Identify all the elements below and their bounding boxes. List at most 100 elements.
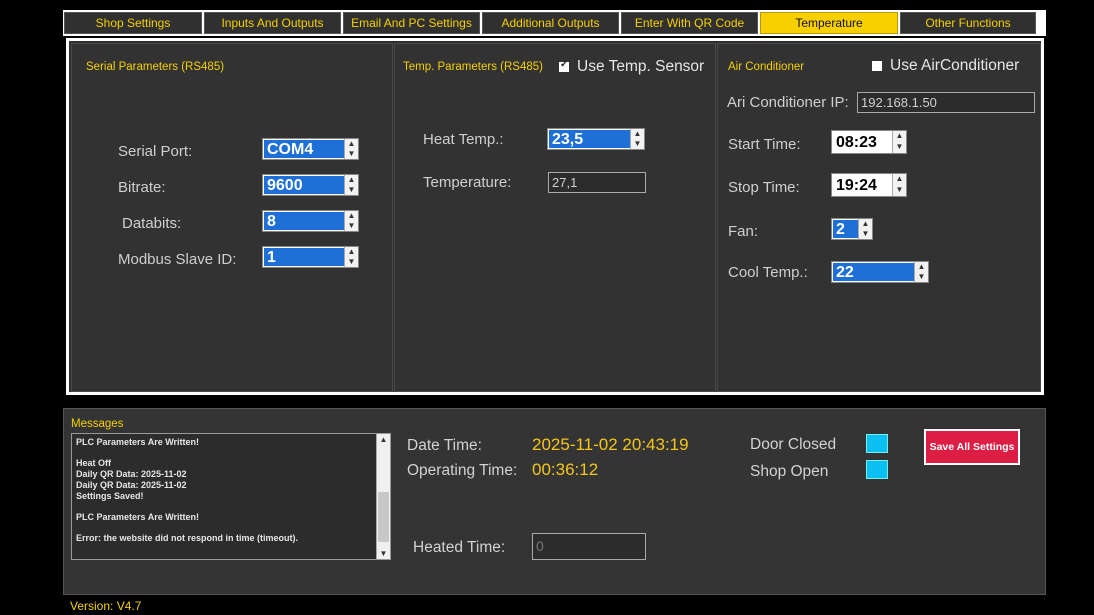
door-closed-label: Door Closed <box>750 436 837 453</box>
down-arrow-icon[interactable]: ▼ <box>345 257 358 267</box>
down-arrow-icon[interactable]: ▼ <box>859 229 872 239</box>
shop-open-indicator <box>866 460 888 479</box>
heat-temp-label: Heat Temp.: <box>423 131 504 148</box>
down-arrow-icon[interactable]: ▼ <box>631 139 644 149</box>
save-all-settings-button[interactable]: Save All Settings <box>924 429 1020 465</box>
use-ac-checkbox[interactable]: Use AirConditioner <box>872 57 1019 75</box>
heated-time-label: Heated Time: <box>413 539 506 556</box>
messages-log[interactable]: PLC Parameters Are Written! Heat Off Dai… <box>71 433 391 560</box>
tab-inputs-outputs[interactable]: Inputs And Outputs <box>204 12 341 34</box>
message-line: Settings Saved! <box>76 490 144 501</box>
serial-port-value: COM4 <box>264 140 344 158</box>
start-time-picker[interactable]: 08:23 ▲ ▼ <box>831 130 907 154</box>
use-temp-sensor-label: Use Temp. Sensor <box>577 58 705 75</box>
ac-ip-field[interactable]: 192.168.1.50 <box>857 92 1035 113</box>
heat-temp-stepper[interactable]: 23,5 ▲ ▼ <box>547 128 645 150</box>
heat-temp-value: 23,5 <box>549 130 630 148</box>
temp-group-title: Temp. Parameters (RS485) <box>403 61 543 73</box>
message-line <box>76 448 376 459</box>
message-line <box>76 523 376 534</box>
air-conditioner-group: Air Conditioner Use AirConditioner Ari C… <box>717 43 1041 392</box>
databits-select[interactable]: 8 ▲ ▼ <box>262 210 359 232</box>
stop-time-label: Stop Time: <box>728 179 800 196</box>
up-arrow-icon[interactable]: ▲ <box>345 175 358 185</box>
version-label: Version: V4.7 <box>70 599 142 613</box>
scrollbar-thumb[interactable] <box>378 492 389 542</box>
scroll-down-icon[interactable]: ▼ <box>377 549 390 558</box>
up-arrow-icon[interactable]: ▲ <box>915 262 928 272</box>
bitrate-select[interactable]: 9600 ▲ ▼ <box>262 174 359 196</box>
tab-email-pc-settings[interactable]: Email And PC Settings <box>343 12 480 34</box>
stop-time-value: 19:24 <box>833 175 892 195</box>
operating-time-label: Operating Time: <box>407 462 518 479</box>
down-arrow-icon[interactable]: ▼ <box>345 185 358 195</box>
door-closed-indicator <box>866 434 888 453</box>
cool-temp-value: 22 <box>833 263 914 281</box>
temp-parameters-group: Temp. Parameters (RS485) Use Temp. Senso… <box>394 43 716 392</box>
up-arrow-icon[interactable]: ▲ <box>893 131 906 142</box>
message-line: PLC Parameters Are Written! <box>76 437 200 447</box>
tab-enter-qr-code[interactable]: Enter With QR Code <box>621 12 758 34</box>
start-time-label: Start Time: <box>728 136 801 153</box>
message-line <box>76 501 376 512</box>
ac-ip-label: Ari Conditioner IP: <box>727 94 849 111</box>
ac-group-title: Air Conditioner <box>728 61 805 73</box>
modbus-slave-label: Modbus Slave ID: <box>118 251 237 268</box>
status-panel: Messages PLC Parameters Are Written! Hea… <box>63 408 1046 595</box>
start-time-value: 08:23 <box>833 132 892 152</box>
message-line: Daily QR Data: 2025-11-02 <box>76 479 187 490</box>
heated-time-field[interactable]: 0 <box>532 533 646 560</box>
up-arrow-icon[interactable]: ▲ <box>859 219 872 229</box>
message-line: Heat Off <box>76 458 112 469</box>
serial-parameters-group: Serial Parameters (RS485) Serial Port: C… <box>71 43 393 392</box>
serial-group-title: Serial Parameters (RS485) <box>86 61 225 73</box>
up-arrow-icon[interactable]: ▲ <box>345 247 358 257</box>
shop-open-label: Shop Open <box>750 463 829 480</box>
use-ac-label: Use AirConditioner <box>890 57 1020 74</box>
bitrate-label: Bitrate: <box>118 179 166 196</box>
message-line: Error: the website did not respond in ti… <box>76 533 299 544</box>
fan-stepper[interactable]: 2 ▲ ▼ <box>831 218 873 240</box>
datetime-value: 2025-11-02 20:43:19 <box>532 435 689 454</box>
databits-value: 8 <box>264 212 344 230</box>
temperature-settings-panel: Serial Parameters (RS485) Serial Port: C… <box>66 38 1044 395</box>
tab-shop-settings[interactable]: Shop Settings <box>64 12 202 34</box>
checkbox-checked-icon <box>559 59 569 72</box>
up-arrow-icon[interactable]: ▲ <box>893 174 906 185</box>
temperature-field[interactable]: 27,1 <box>548 172 646 193</box>
checkbox-unchecked-icon <box>872 61 882 71</box>
down-arrow-icon[interactable]: ▼ <box>915 272 928 282</box>
messages-scrollbar[interactable]: ▲ ▼ <box>376 434 390 559</box>
cool-temp-label: Cool Temp.: <box>728 264 808 281</box>
message-line: Daily QR Data: 2025-11-02 <box>76 469 187 480</box>
modbus-slave-stepper[interactable]: 1 ▲ ▼ <box>262 246 359 268</box>
scroll-up-icon[interactable]: ▲ <box>377 435 390 444</box>
up-arrow-icon[interactable]: ▲ <box>345 139 358 149</box>
bitrate-value: 9600 <box>264 176 344 194</box>
stop-time-picker[interactable]: 19:24 ▲ ▼ <box>831 173 907 197</box>
tab-other-functions[interactable]: Other Functions <box>900 12 1036 34</box>
up-arrow-icon[interactable]: ▲ <box>345 211 358 221</box>
use-temp-sensor-checkbox[interactable]: Use Temp. Sensor <box>559 58 704 76</box>
datetime-label: Date Time: <box>407 437 482 454</box>
messages-lines: PLC Parameters Are Written! Heat Off Dai… <box>76 437 376 544</box>
serial-port-label: Serial Port: <box>118 143 193 160</box>
down-arrow-icon[interactable]: ▼ <box>345 149 358 159</box>
fan-label: Fan: <box>728 223 759 240</box>
operating-time-value: 00:36:12 <box>532 460 599 479</box>
cool-temp-stepper[interactable]: 22 ▲ ▼ <box>831 261 929 283</box>
messages-title: Messages <box>71 418 124 430</box>
message-line: PLC Parameters Are Written! <box>76 511 200 522</box>
fan-value: 2 <box>833 220 858 238</box>
databits-label: Databits: <box>122 215 182 232</box>
down-arrow-icon[interactable]: ▼ <box>893 142 906 153</box>
tab-bar: Shop Settings Inputs And Outputs Email A… <box>63 10 1046 36</box>
tab-additional-outputs[interactable]: Additional Outputs <box>482 12 619 34</box>
up-arrow-icon[interactable]: ▲ <box>631 129 644 139</box>
temperature-label: Temperature: <box>423 174 512 191</box>
down-arrow-icon[interactable]: ▼ <box>345 221 358 231</box>
tab-temperature[interactable]: Temperature <box>760 12 898 34</box>
modbus-slave-value: 1 <box>264 248 344 266</box>
serial-port-select[interactable]: COM4 ▲ ▼ <box>262 138 359 160</box>
down-arrow-icon[interactable]: ▼ <box>893 185 906 196</box>
